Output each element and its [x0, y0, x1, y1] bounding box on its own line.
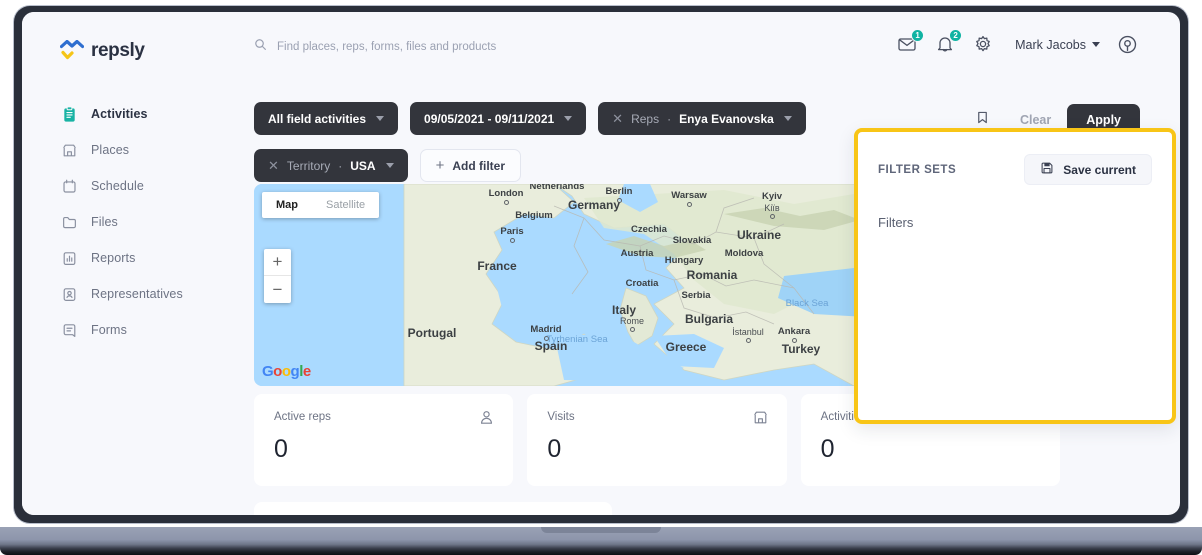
sidebar-item-files[interactable]: Files	[22, 204, 222, 240]
user-icon	[478, 409, 495, 426]
chip-label: USA	[350, 158, 376, 173]
bottom-card	[254, 502, 612, 515]
map-type-satellite[interactable]: Satellite	[312, 192, 379, 218]
bell-icon[interactable]: 2	[935, 29, 963, 55]
map-city-dot	[503, 200, 509, 205]
sidebar-item-label: Activities	[91, 107, 148, 121]
filter-chip-date-range[interactable]: 09/05/2021 - 09/11/2021	[410, 102, 587, 135]
save-current-label: Save current	[1063, 162, 1136, 177]
brand-logo[interactable]: repsly	[22, 12, 222, 62]
repsly-logo-icon	[59, 39, 85, 62]
sidebar-item-label: Files	[91, 215, 118, 229]
filter-chip-reps[interactable]: ✕ Reps · Enya Evanovska	[598, 102, 806, 135]
filter-sets-list: Filters	[858, 185, 1172, 230]
user-name: Mark Jacobs	[1015, 37, 1086, 52]
laptop-device-frame: repsly Activities Places Schedule Files …	[0, 0, 1202, 555]
sidebar-item-schedule[interactable]: Schedule	[22, 168, 222, 204]
sidebar-item-label: Representatives	[91, 287, 183, 301]
chevron-down-icon	[385, 163, 394, 168]
filter-set-item[interactable]: Filters	[878, 215, 1152, 230]
mail-icon[interactable]: 1	[897, 29, 925, 55]
stat-value: 0	[547, 435, 562, 463]
top-bar: Find places, reps, forms, files and prod…	[222, 12, 1180, 88]
stat-card-visits: Visits 0	[527, 394, 787, 486]
laptop-trackpad-notch	[541, 527, 661, 533]
google-logo: Google	[262, 363, 311, 380]
add-filter-button[interactable]: + Add filter	[419, 149, 522, 182]
sidebar-item-label: Places	[91, 143, 130, 157]
search-icon	[254, 38, 267, 56]
stat-card-active-reps: Active reps 0	[254, 394, 514, 486]
form-icon	[61, 322, 78, 339]
clipboard-icon	[61, 105, 78, 123]
sidebar: repsly Activities Places Schedule Files …	[22, 12, 222, 515]
map-city-dot	[769, 214, 775, 219]
folder-icon	[61, 214, 78, 231]
chevron-down-icon	[376, 116, 385, 121]
chip-separator: ·	[667, 111, 672, 126]
topbar-actions: 1 2 Mark Jacobs	[897, 29, 1138, 55]
sidebar-item-places[interactable]: Places	[22, 132, 222, 168]
map-city-dot	[686, 202, 692, 207]
stat-title: Active reps	[274, 411, 331, 423]
help-icon[interactable]	[1117, 34, 1138, 55]
chip-prefix: Territory	[286, 158, 331, 173]
chevron-down-icon	[1092, 42, 1100, 47]
stat-title: Visits	[547, 411, 575, 423]
map-city-dot	[629, 327, 635, 332]
bell-badge: 2	[949, 29, 963, 42]
chip-label: Enya Evanovska	[679, 111, 774, 126]
gear-icon[interactable]	[973, 34, 994, 55]
filter-chip-all-field-activities[interactable]: All field activities	[254, 102, 399, 135]
map-city-dot	[791, 338, 797, 343]
chip-separator: ·	[338, 158, 343, 173]
map-city-dot	[543, 336, 549, 341]
mail-badge: 1	[911, 29, 925, 42]
plus-icon: +	[435, 157, 445, 174]
sidebar-item-representatives[interactable]: Representatives	[22, 276, 222, 312]
stat-value: 0	[820, 435, 835, 463]
user-menu[interactable]: Mark Jacobs	[1015, 38, 1100, 52]
map-city-dot	[616, 198, 622, 203]
sidebar-item-label: Forms	[91, 323, 127, 337]
map-city-dot	[745, 338, 751, 343]
sidebar-nav: Activities Places Schedule Files Reports…	[22, 96, 222, 348]
zoom-in-button[interactable]: +	[264, 249, 291, 276]
calendar-icon	[61, 178, 78, 195]
filter-sets-panel: FILTER SETS Save current Filters	[854, 128, 1176, 424]
app-viewport: repsly Activities Places Schedule Files …	[22, 12, 1180, 515]
stat-value: 0	[274, 435, 288, 463]
store-icon	[61, 142, 78, 159]
filter-sets-title: FILTER SETS	[878, 163, 957, 176]
sidebar-item-label: Schedule	[91, 179, 144, 193]
user-box-icon	[61, 286, 78, 303]
brand-name: repsly	[91, 40, 145, 61]
add-filter-label: Add filter	[452, 158, 506, 173]
save-current-button[interactable]: Save current	[1024, 154, 1152, 185]
map-type-toggle[interactable]: Map Satellite	[262, 192, 380, 218]
search-placeholder: Find places, reps, forms, files and prod…	[277, 41, 497, 53]
map-zoom-controls[interactable]: + −	[264, 249, 291, 303]
chip-prefix: Reps	[631, 111, 660, 126]
sidebar-item-label: Reports	[91, 251, 136, 265]
chip-label: All field activities	[268, 111, 367, 126]
chevron-down-icon	[783, 116, 792, 121]
close-icon[interactable]: ✕	[612, 112, 623, 125]
chip-label: 09/05/2021 - 09/11/2021	[424, 111, 555, 126]
search-input[interactable]: Find places, reps, forms, files and prod…	[254, 38, 496, 56]
bookmark-icon	[975, 110, 990, 130]
sidebar-item-reports[interactable]: Reports	[22, 240, 222, 276]
map-type-map[interactable]: Map	[262, 192, 312, 218]
sidebar-item-activities[interactable]: Activities	[22, 96, 222, 132]
store-icon	[752, 409, 769, 426]
save-disk-icon	[1040, 161, 1054, 178]
filter-sets-header: FILTER SETS Save current	[858, 132, 1172, 185]
sidebar-item-forms[interactable]: Forms	[22, 312, 222, 348]
zoom-out-button[interactable]: −	[264, 276, 291, 303]
close-icon[interactable]: ✕	[268, 159, 279, 172]
chevron-down-icon	[564, 116, 573, 121]
filter-chip-territory[interactable]: ✕ Territory · USA	[254, 149, 408, 182]
chart-doc-icon	[61, 250, 78, 267]
map-city-dot	[509, 238, 515, 243]
